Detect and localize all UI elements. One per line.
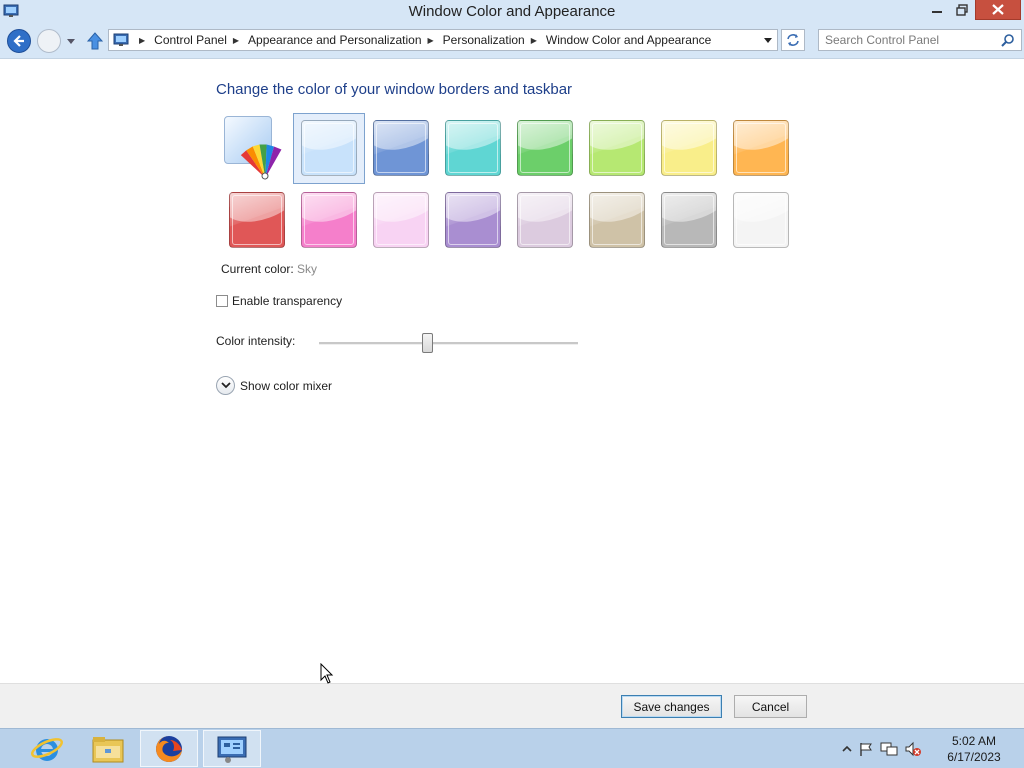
address-dropdown-button[interactable] [761, 30, 775, 50]
cancel-button[interactable]: Cancel [734, 695, 807, 718]
color-swatch-blush[interactable] [229, 192, 285, 248]
restore-button[interactable] [950, 0, 974, 20]
breadcrumb-item-appearance[interactable]: Appearance and Personalization [248, 33, 421, 47]
search-input[interactable] [825, 31, 995, 49]
refresh-button[interactable] [781, 29, 805, 51]
transparency-checkbox[interactable] [216, 295, 228, 307]
intensity-slider-thumb[interactable] [422, 333, 433, 353]
mouse-cursor-icon [320, 663, 334, 684]
clock-date: 6/17/2023 [947, 750, 1001, 764]
navigation-bar: ▶ Control Panel ▶ Appearance and Persona… [0, 25, 1024, 59]
taskbar-internet-explorer[interactable] [18, 730, 76, 767]
save-button[interactable]: Save changes [621, 695, 722, 718]
color-mixer-label[interactable]: Show color mixer [240, 379, 332, 393]
taskbar-control-panel[interactable] [203, 730, 261, 767]
firefox-icon [156, 735, 182, 762]
minimize-icon [932, 11, 942, 13]
breadcrumb-item-personalization[interactable]: Personalization [443, 33, 525, 47]
minimize-button[interactable] [924, 0, 950, 20]
file-explorer-icon [92, 736, 124, 762]
volume-muted-icon[interactable] [904, 741, 922, 757]
breadcrumb: ▶ Control Panel ▶ Appearance and Persona… [133, 30, 711, 50]
command-bar: Save changes Cancel [0, 683, 1024, 729]
color-swatch-sea[interactable] [445, 120, 501, 176]
color-swatch-leaf[interactable] [517, 120, 573, 176]
show-hidden-icons-icon[interactable] [842, 744, 852, 754]
page-title: Change the color of your window borders … [216, 81, 573, 98]
system-tray [842, 737, 922, 761]
automatic-color-swatch[interactable] [224, 116, 290, 180]
current-color-text: Current color: Sky [221, 262, 317, 276]
taskbar-file-explorer[interactable] [79, 730, 137, 767]
up-arrow-icon [86, 32, 104, 50]
back-arrow-icon [13, 35, 24, 47]
transparency-label[interactable]: Enable transparency [232, 294, 342, 308]
color-swatch-lime[interactable] [589, 120, 645, 176]
color-swatch-violet[interactable] [301, 192, 357, 248]
breadcrumb-separator-icon[interactable]: ▶ [428, 36, 434, 45]
back-button[interactable] [7, 29, 31, 53]
forward-button[interactable] [37, 29, 61, 53]
color-swatch-sky[interactable] [301, 120, 357, 176]
color-swatch-taupe[interactable] [445, 192, 501, 248]
control-panel-icon [217, 736, 247, 763]
color-swatch-lavender[interactable] [373, 192, 429, 248]
transparency-option[interactable]: Enable transparency [216, 294, 342, 308]
breadcrumb-item-window-color[interactable]: Window Color and Appearance [546, 33, 711, 47]
up-button[interactable] [86, 31, 104, 51]
chevron-down-icon [764, 37, 772, 43]
control-panel-icon [113, 33, 129, 46]
network-icon[interactable] [880, 741, 898, 757]
color-swatch-white[interactable] [733, 192, 789, 248]
breadcrumb-item-control-panel[interactable]: Control Panel [154, 33, 227, 47]
color-swatch-sun[interactable] [661, 120, 717, 176]
current-color-label: Current color: [221, 262, 294, 276]
action-center-flag-icon[interactable] [858, 741, 874, 757]
color-swatch-frost[interactable] [661, 192, 717, 248]
breadcrumb-separator-icon: ▶ [139, 35, 146, 45]
taskbar-clock[interactable]: 5:02 AM 6/17/2023 [944, 733, 1004, 765]
close-icon [992, 4, 1004, 15]
breadcrumb-separator-icon[interactable]: ▶ [531, 36, 537, 45]
color-swatch-twilight[interactable] [373, 120, 429, 176]
window-title: Window Color and Appearance [408, 3, 616, 20]
expand-button[interactable] [216, 376, 235, 395]
intensity-label: Color intensity: [216, 334, 296, 348]
close-button[interactable] [975, 0, 1021, 20]
search-box[interactable] [818, 29, 1022, 51]
intensity-slider-track[interactable] [319, 342, 578, 345]
taskbar: 5:02 AM 6/17/2023 [0, 728, 1024, 768]
color-swatch-slate[interactable] [589, 192, 645, 248]
title-bar: Window Color and Appearance [0, 0, 1024, 25]
color-mixer-toggle[interactable]: Show color mixer [216, 376, 332, 395]
internet-explorer-icon [31, 737, 63, 761]
recent-pages-button[interactable] [65, 35, 77, 47]
chevron-down-icon [67, 38, 75, 44]
color-swatch-pumpkin[interactable] [733, 120, 789, 176]
refresh-icon [787, 34, 799, 46]
breadcrumb-separator-icon[interactable]: ▶ [233, 36, 239, 45]
color-swatch-chocolate[interactable] [517, 192, 573, 248]
chevron-down-icon [220, 382, 231, 389]
search-icon[interactable] [1001, 33, 1015, 47]
taskbar-firefox[interactable] [140, 730, 198, 767]
color-fan-icon [240, 144, 282, 180]
address-bar[interactable]: ▶ Control Panel ▶ Appearance and Persona… [108, 29, 778, 51]
restore-icon [956, 4, 968, 16]
current-color-value: Sky [297, 262, 318, 276]
clock-time: 5:02 AM [951, 734, 997, 748]
